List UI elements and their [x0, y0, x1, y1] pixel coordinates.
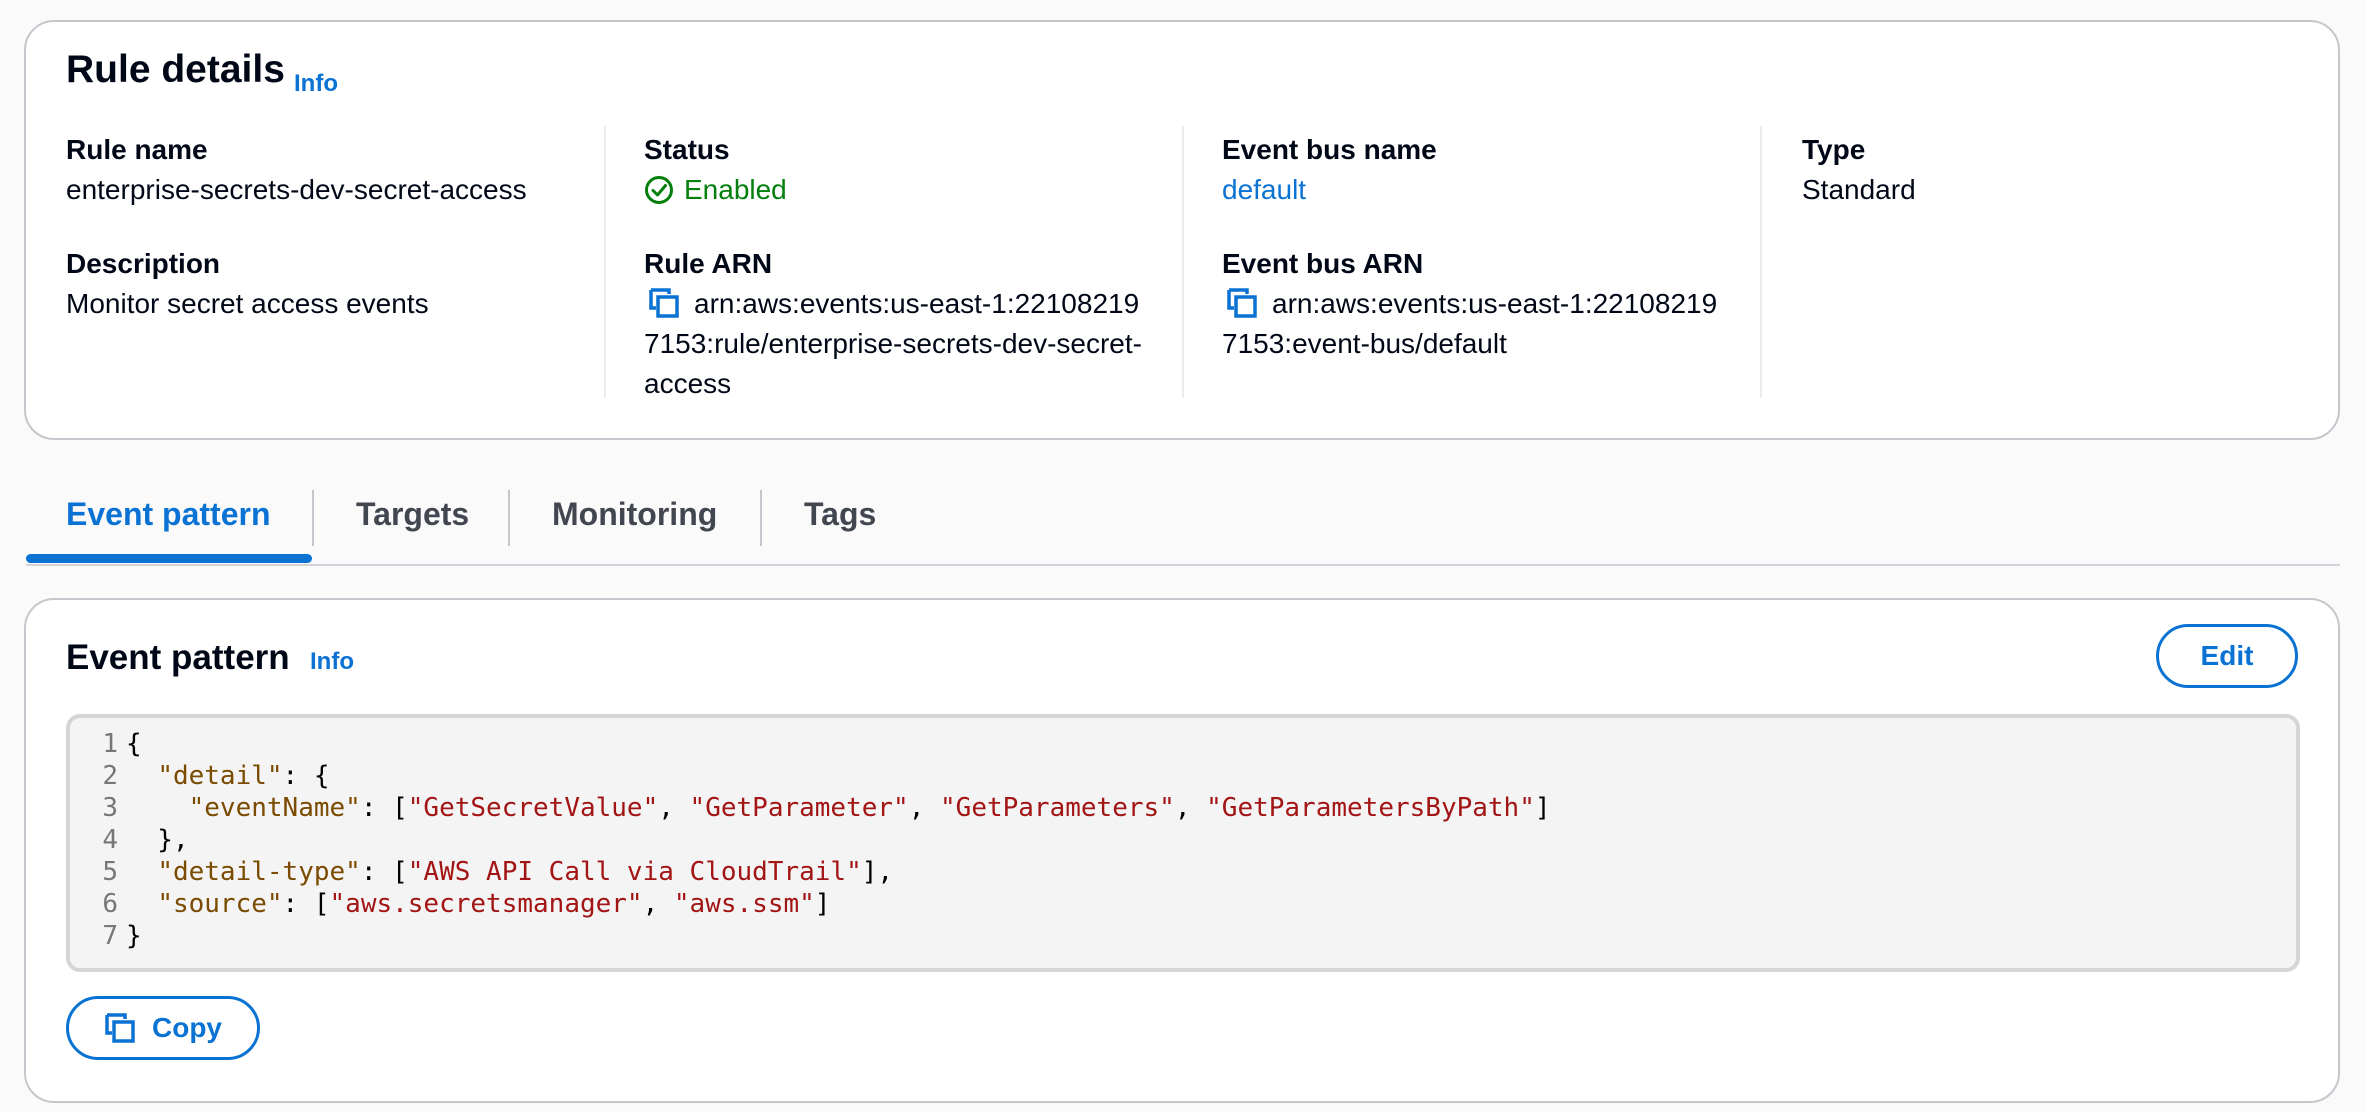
type-label: Type — [1802, 134, 1866, 165]
event-pattern-panel: Event pattern Info Edit 1{2 "detail": {3… — [24, 598, 2340, 1103]
copy-icon[interactable] — [1226, 287, 1260, 319]
code-line: 5 "detail-type": ["AWS API Call via Clou… — [70, 856, 2296, 888]
column-divider — [1760, 126, 1762, 398]
tab-monitoring[interactable]: Monitoring — [552, 496, 717, 533]
line-number: 1 — [102, 729, 118, 759]
tab-bar: Event pattern Targets Monitoring Tags — [26, 486, 2340, 566]
copy-icon — [105, 1013, 135, 1043]
active-tab-indicator — [26, 554, 312, 563]
event-pattern-info-link[interactable]: Info — [310, 648, 354, 676]
code-text: "eventName": ["GetSecretValue", "GetPara… — [188, 793, 1551, 823]
line-number: 6 — [102, 889, 118, 919]
code-line: 3 "eventName": ["GetSecretValue", "GetPa… — [70, 792, 2296, 824]
event-bus-arn-label: Event bus ARN — [1222, 248, 1424, 279]
status-label: Status — [644, 134, 730, 165]
event-bus-arn-value: arn:aws:events:us-east-1:221082197153:ev… — [1222, 284, 1722, 364]
copy-button-label: Copy — [152, 1012, 222, 1043]
line-number: 4 — [102, 825, 118, 855]
description-value: Monitor secret access events — [66, 288, 429, 319]
copy-icon[interactable] — [648, 287, 682, 319]
rule-details-column-1: Rule name enterprise-secrets-dev-secret-… — [66, 130, 586, 324]
type-value: Standard — [1802, 174, 1916, 205]
rule-details-info-link[interactable]: Info — [294, 70, 338, 98]
copy-button[interactable]: Copy — [66, 996, 260, 1060]
code-line: 7} — [70, 920, 2296, 952]
code-line: 6 "source": ["aws.secretsmanager", "aws.… — [70, 888, 2296, 920]
code-text: }, — [126, 825, 189, 855]
rule-details-title: Rule details — [66, 48, 285, 91]
event-bus-name-label: Event bus name — [1222, 134, 1437, 165]
line-number: 7 — [102, 921, 118, 951]
rule-details-column-2: Status Enabled Rule ARN arn:aws:events:u… — [644, 130, 1164, 404]
tab-event-pattern[interactable]: Event pattern — [66, 496, 270, 533]
edit-button[interactable]: Edit — [2156, 624, 2298, 688]
code-text: "detail": { — [157, 761, 330, 791]
rule-details-column-4: Type Standard — [1802, 130, 2322, 210]
code-text: { — [126, 729, 142, 759]
line-number: 2 — [102, 761, 118, 791]
column-divider — [604, 126, 606, 398]
code-line: 2 "detail": { — [70, 760, 2296, 792]
rule-arn-label: Rule ARN — [644, 248, 773, 279]
rule-arn-text: arn:aws:events:us-east-1:221082197153:ru… — [644, 288, 1142, 399]
code-line: 4 }, — [70, 824, 2296, 856]
code-text: "source": ["aws.secretsmanager", "aws.ss… — [157, 889, 831, 919]
rule-details-panel: Rule details Info Rule name enterprise-s… — [24, 20, 2340, 440]
event-pattern-title: Event pattern — [66, 638, 290, 677]
code-text: } — [126, 921, 142, 951]
tab-separator — [312, 490, 314, 546]
description-label: Description — [66, 248, 221, 279]
tab-targets[interactable]: Targets — [356, 496, 469, 533]
event-bus-name-link[interactable]: default — [1222, 170, 1742, 210]
line-number: 5 — [102, 857, 118, 887]
tab-separator — [508, 490, 510, 546]
code-text: "detail-type": ["AWS API Call via CloudT… — [157, 857, 894, 887]
line-number: 3 — [102, 793, 118, 823]
event-bus-arn-text: arn:aws:events:us-east-1:221082197153:ev… — [1222, 288, 1718, 359]
tab-tags[interactable]: Tags — [804, 496, 876, 533]
code-lines: 1{2 "detail": {3 "eventName": ["GetSecre… — [70, 728, 2296, 952]
column-divider — [1182, 126, 1184, 398]
status-value: Enabled — [644, 170, 1164, 210]
check-circle-icon — [645, 176, 673, 204]
event-pattern-code-editor[interactable]: 1{2 "detail": {3 "eventName": ["GetSecre… — [66, 714, 2300, 972]
tab-separator — [760, 490, 762, 546]
rule-details-column-3: Event bus name default Event bus ARN arn… — [1222, 130, 1742, 364]
rule-name-label: Rule name — [66, 134, 208, 165]
rule-name-value: enterprise-secrets-dev-secret-access — [66, 174, 527, 205]
status-text: Enabled — [684, 174, 787, 205]
code-line: 1{ — [70, 728, 2296, 760]
rule-arn-value: arn:aws:events:us-east-1:221082197153:ru… — [644, 284, 1144, 404]
